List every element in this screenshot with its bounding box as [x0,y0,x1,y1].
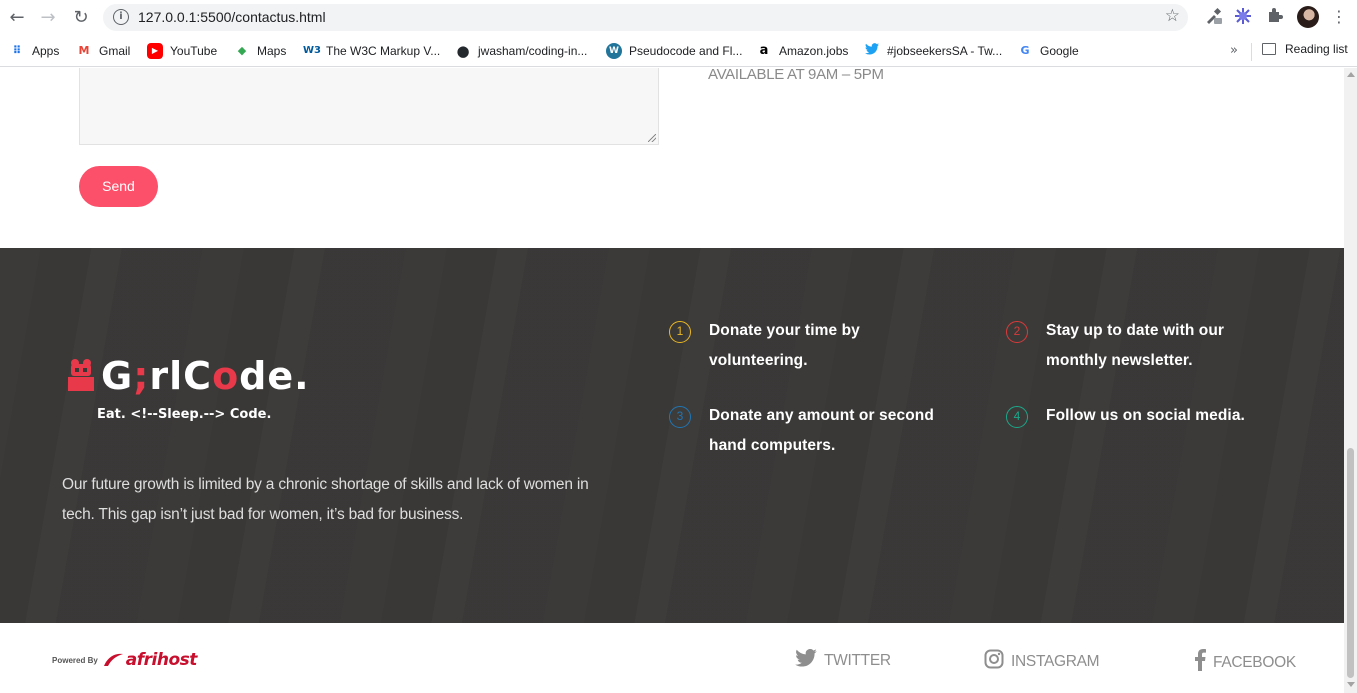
powered-by-label: Powered By [52,655,98,665]
back-icon[interactable]: ← [7,8,27,28]
bookmark-youtube[interactable]: ▶ YouTube [147,42,217,60]
color-extension-icon[interactable] [1233,7,1253,27]
profile-avatar[interactable] [1297,6,1319,28]
bookmarks-bar: ⠿ Apps M Gmail ▶ YouTube ◆ Maps W3 The W3C Ma… [0,35,1357,67]
bookmark-google[interactable]: G Google [1017,42,1079,60]
maps-icon: ◆ [237,44,247,57]
site-info-icon[interactable]: i [113,9,129,25]
menu-dots-icon[interactable]: ⋮ [1329,7,1349,27]
amazon-icon: a [759,43,769,58]
eyedropper-extension-icon[interactable] [1203,7,1223,27]
github-icon: ● [456,42,470,60]
google-icon: G [1020,44,1030,57]
bookmark-wordpress[interactable]: W Pseudocode and Fl... [606,42,742,60]
afrihost-swoosh-icon [103,653,123,666]
bookmark-github[interactable]: ● jwasham/coding-in... [455,42,587,60]
bookmark-twitter[interactable]: #jobseekersSA - Tw... [864,42,1002,60]
twitter-icon [795,648,817,672]
logo-tagline: Eat. <!--Sleep.--> Code. [97,407,272,422]
reading-list-button[interactable]: Reading list [1262,42,1348,56]
bookmark-w3c[interactable]: W3 The W3C Markup V... [303,42,440,60]
forward-icon[interactable]: → [38,8,58,28]
cta-text: Follow us on social media. [1046,407,1245,424]
apps-grid-icon: ⠿ [12,44,22,57]
reading-list-icon [1262,43,1276,55]
twitter-icon [864,43,880,59]
bookmark-label: jwasham/coding-in... [478,44,588,58]
step-number-badge: 4 [1006,406,1028,428]
step-number-badge: 2 [1006,321,1028,343]
bookmark-label: #jobseekersSA - Tw... [887,44,1003,58]
reading-list-label: Reading list [1285,42,1348,56]
w3c-icon: W3 [303,45,321,56]
instagram-link[interactable]: INSTAGRAM [984,649,1100,674]
bookmark-label: Amazon.jobs [779,44,849,58]
puzzle-extensions-icon[interactable] [1265,7,1285,27]
bookmark-label: Maps [257,44,287,58]
send-button[interactable]: Send [79,166,158,207]
robot-mascot-icon [68,359,94,391]
browser-toolbar: ← → ↻ i 127.0.0.1:5500/contactus.html ☆ … [0,0,1357,35]
reload-icon[interactable]: ↻ [71,8,91,28]
bottom-bar: Powered By afrihost TWITTER INSTAGRAM FA… [0,623,1344,693]
resize-handle[interactable] [648,134,656,142]
youtube-icon: ▶ [147,43,163,59]
bookmark-label: YouTube [170,44,218,58]
facebook-icon [1194,649,1206,676]
instagram-icon [984,649,1004,674]
bookmark-label: Apps [32,44,60,58]
bookmark-apps[interactable]: ⠿ Apps [9,42,60,60]
bookmarks-overflow-icon[interactable]: » [1230,43,1238,58]
powered-by-afrihost[interactable]: Powered By afrihost [52,650,197,670]
bookmark-gmail[interactable]: M Gmail [76,42,131,60]
logo-wordmark: G;rlCode. [101,354,310,398]
footer-section: G;rlCode. Eat. <!--Sleep.--> Code. Our f… [0,248,1344,623]
afrihost-wordmark: afrihost [125,650,198,670]
bookmark-label: The W3C Markup V... [326,44,441,58]
wordpress-icon: W [606,43,622,59]
cta-text: Stay up to date with our monthly newslet… [1046,322,1225,369]
instagram-label: INSTAGRAM [1011,652,1100,670]
girlcode-logo[interactable]: G;rlCode. Eat. <!--Sleep.--> Code. [66,354,326,424]
facebook-label: FACEBOOK [1213,653,1296,671]
bookmark-star-icon[interactable]: ☆ [1165,6,1180,26]
gmail-icon: M [78,44,90,57]
url-text[interactable]: 127.0.0.1:5500/contactus.html [138,9,326,25]
bookmark-maps[interactable]: ◆ Maps [234,42,287,60]
scroll-down-icon[interactable] [1347,682,1355,687]
page-viewport: AVAILABLE AT 9AM – 5PM Send G;rlCode. Ea… [0,68,1344,693]
step-number-badge: 3 [669,406,691,428]
address-bar[interactable]: i 127.0.0.1:5500/contactus.html ☆ [103,4,1188,31]
scroll-up-icon[interactable] [1347,72,1355,77]
cta-text: Donate your time by volunteering. [709,322,860,369]
message-textarea[interactable] [79,68,659,145]
bookmark-label: Gmail [99,44,131,58]
bookmark-amazon[interactable]: a Amazon.jobs [756,42,849,60]
cta-text: Donate any amount or second hand compute… [709,407,934,454]
mission-statement: Our future growth is limited by a chroni… [62,476,589,523]
step-number-badge: 1 [669,321,691,343]
bookmark-label: Pseudocode and Fl... [629,44,743,58]
page-scrollbar[interactable] [1344,68,1357,693]
facebook-link[interactable]: FACEBOOK [1194,649,1296,676]
bookmark-label: Google [1040,44,1079,58]
bookmarks-divider [1251,43,1252,61]
twitter-label: TWITTER [824,651,891,669]
twitter-link[interactable]: TWITTER [795,648,891,672]
scroll-thumb[interactable] [1347,448,1354,678]
availability-text: AVAILABLE AT 9AM – 5PM [708,68,884,83]
